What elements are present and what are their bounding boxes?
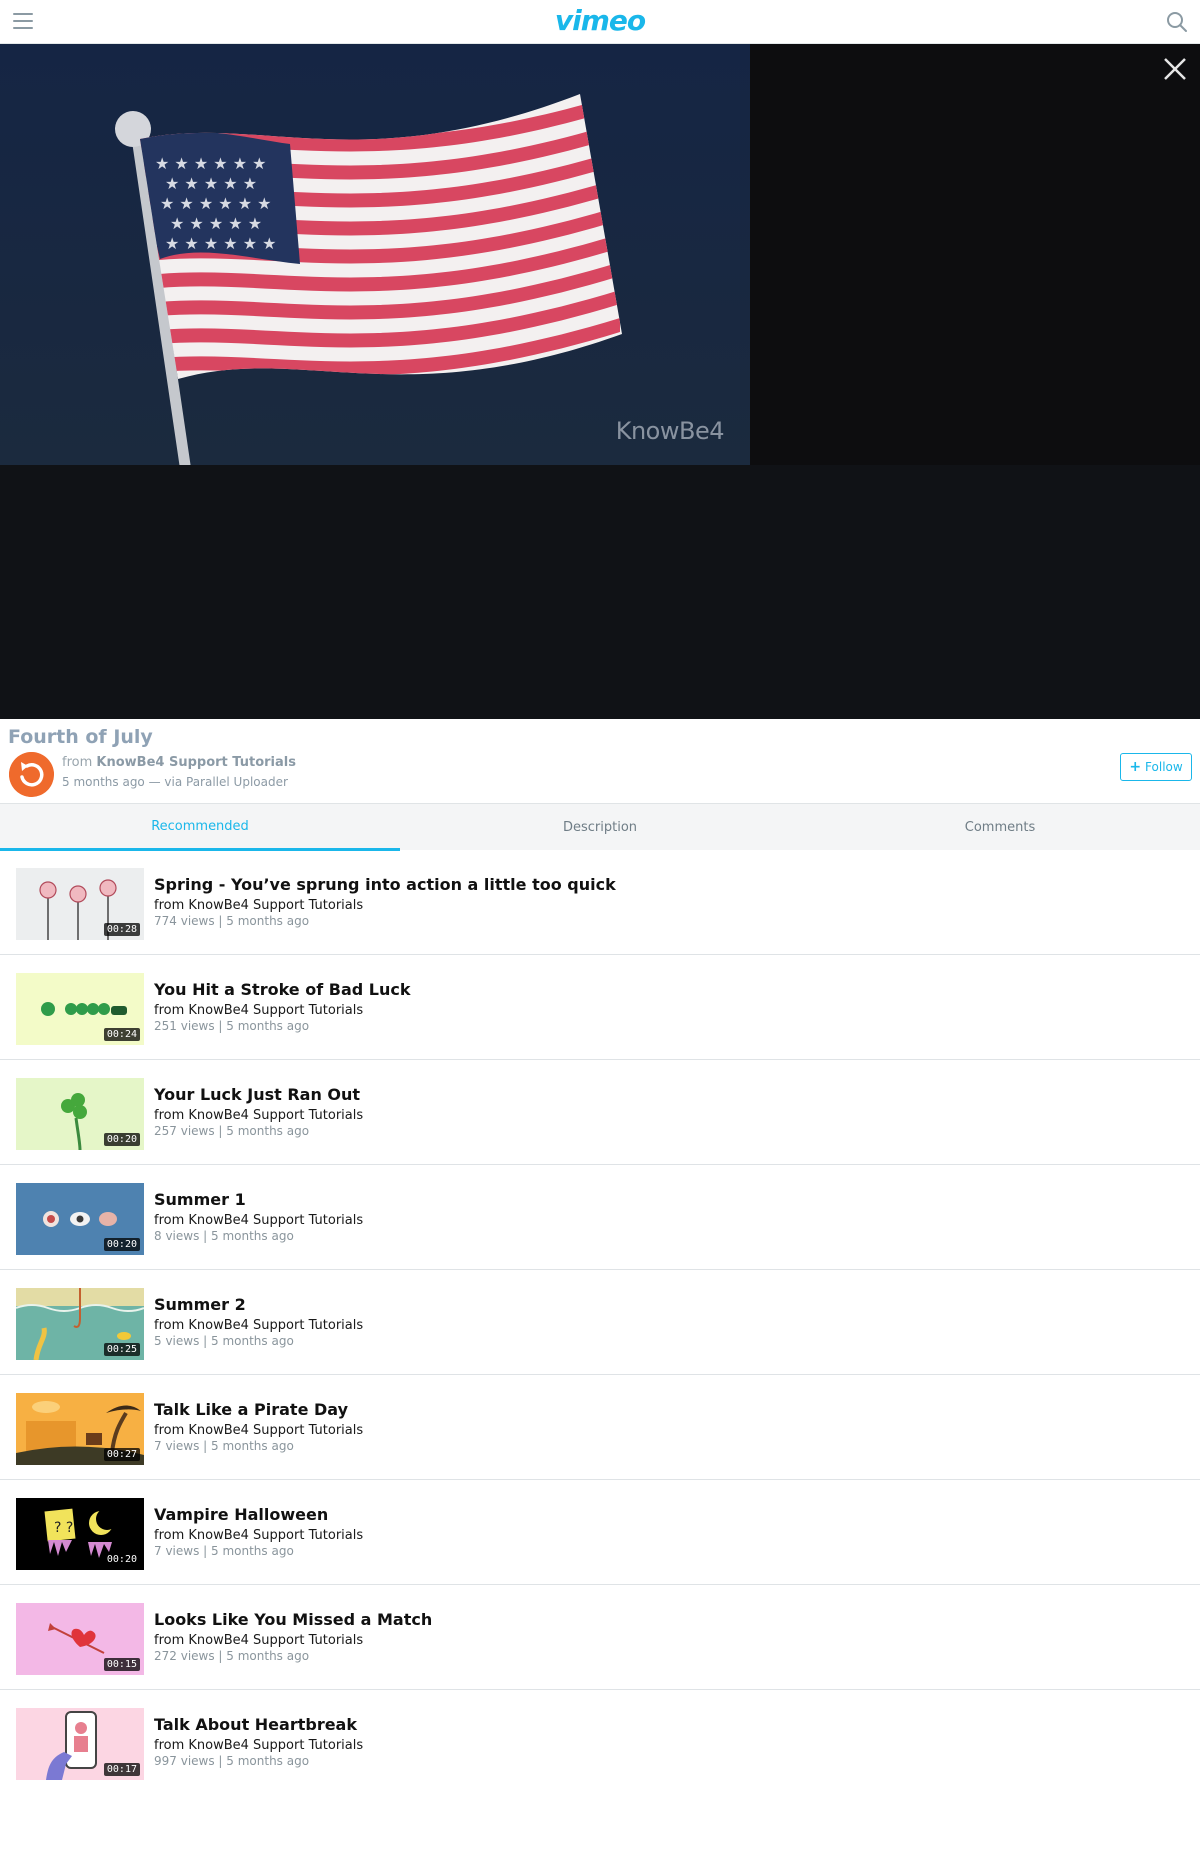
player-side-panel <box>750 44 1200 465</box>
video-item-meta: 257 views | 5 months ago <box>154 1124 310 1138</box>
from-prefix: from <box>62 755 93 770</box>
hamburger-menu-icon[interactable] <box>13 13 33 31</box>
video-item-owner: from KnowBe4 Support Tutorials <box>154 1633 364 1648</box>
video-player[interactable]: ★ ★ ★ ★ ★ ★ ★ ★ ★ ★ ★ ★ ★ ★ ★ ★ ★ ★ ★ ★ … <box>0 44 1200 719</box>
video-thumbnail[interactable]: 00:20 <box>16 1078 144 1150</box>
list-item[interactable]: 00:27 Talk Like a Pirate Day from KnowBe… <box>0 1375 1200 1480</box>
video-item-meta: 774 views | 5 months ago <box>154 914 310 928</box>
list-item[interactable]: 00:20 Summer 1 from KnowBe4 Support Tuto… <box>0 1165 1200 1270</box>
top-bar: vimeo <box>0 0 1200 44</box>
duration-badge: 00:20 <box>103 1553 140 1566</box>
video-item-title[interactable]: Looks Like You Missed a Match <box>154 1610 432 1629</box>
duration-badge: 00:20 <box>103 1133 140 1146</box>
svg-text:★ ★ ★ ★ ★: ★ ★ ★ ★ ★ <box>165 174 257 193</box>
video-item-meta: 7 views | 5 months ago <box>154 1544 294 1558</box>
recommended-list: 00:28 Spring - You’ve sprung into action… <box>0 850 1200 1795</box>
duration-badge: 00:27 <box>103 1448 140 1461</box>
search-icon[interactable] <box>1166 11 1188 33</box>
video-thumbnail[interactable]: ? ? 00:20 <box>16 1498 144 1570</box>
tab-bar: Recommended Description Comments <box>0 803 1200 851</box>
tab-recommended[interactable]: Recommended <box>0 804 400 851</box>
video-item-title[interactable]: Summer 2 <box>154 1295 246 1314</box>
duration-badge: 00:17 <box>103 1763 140 1776</box>
video-thumbnail[interactable]: 00:20 <box>16 1183 144 1255</box>
video-item-title[interactable]: Summer 1 <box>154 1190 246 1209</box>
duration-badge: 00:25 <box>103 1343 140 1356</box>
video-thumbnail[interactable]: 00:15 <box>16 1603 144 1675</box>
list-item[interactable]: 00:25 Summer 2 from KnowBe4 Support Tuto… <box>0 1270 1200 1375</box>
video-item-meta: 8 views | 5 months ago <box>154 1229 294 1243</box>
vimeo-logo-text[interactable]: vimeo <box>555 4 646 37</box>
video-item-title[interactable]: Talk About Heartbreak <box>154 1715 357 1734</box>
close-icon[interactable] <box>1162 56 1188 82</box>
owner-line: from KnowBe4 Support Tutorials <box>62 755 296 770</box>
list-item[interactable]: 00:28 Spring - You’ve sprung into action… <box>0 850 1200 955</box>
tab-comments[interactable]: Comments <box>800 804 1200 851</box>
follow-label: Follow <box>1145 760 1183 774</box>
vimeo-logo: vimeo <box>0 4 1200 37</box>
video-item-meta: 7 views | 5 months ago <box>154 1439 294 1453</box>
video-meta: 5 months ago — via Parallel Uploader <box>62 775 288 789</box>
owner-avatar[interactable] <box>9 752 54 797</box>
video-item-owner: from KnowBe4 Support Tutorials <box>154 1108 364 1123</box>
video-item-meta: 272 views | 5 months ago <box>154 1649 310 1663</box>
duration-badge: 00:15 <box>103 1658 140 1671</box>
svg-text:★ ★ ★ ★ ★: ★ ★ ★ ★ ★ <box>170 214 262 233</box>
list-item[interactable]: 00:17 Talk About Heartbreak from KnowBe4… <box>0 1690 1200 1795</box>
video-item-owner: from KnowBe4 Support Tutorials <box>154 1738 364 1753</box>
video-frame[interactable]: ★ ★ ★ ★ ★ ★ ★ ★ ★ ★ ★ ★ ★ ★ ★ ★ ★ ★ ★ ★ … <box>0 44 750 465</box>
svg-text:★ ★ ★ ★ ★ ★: ★ ★ ★ ★ ★ ★ <box>155 154 267 173</box>
video-thumbnail[interactable]: 00:25 <box>16 1288 144 1360</box>
video-item-meta: 5 views | 5 months ago <box>154 1334 294 1348</box>
video-item-owner: from KnowBe4 Support Tutorials <box>154 1423 364 1438</box>
svg-text:★ ★ ★ ★ ★ ★: ★ ★ ★ ★ ★ ★ <box>160 194 272 213</box>
video-item-owner: from KnowBe4 Support Tutorials <box>154 898 364 913</box>
video-item-owner: from KnowBe4 Support Tutorials <box>154 1003 364 1018</box>
svg-text:★ ★ ★ ★ ★ ★: ★ ★ ★ ★ ★ ★ <box>165 234 277 253</box>
list-item[interactable]: 00:15 Looks Like You Missed a Match from… <box>0 1585 1200 1690</box>
video-item-title[interactable]: You Hit a Stroke of Bad Luck <box>154 980 410 999</box>
list-item[interactable]: 00:20 Your Luck Just Ran Out from KnowBe… <box>0 1060 1200 1165</box>
video-thumbnail[interactable]: 00:24 <box>16 973 144 1045</box>
video-thumbnail[interactable]: 00:27 <box>16 1393 144 1465</box>
list-item[interactable]: 00:24 You Hit a Stroke of Bad Luck from … <box>0 955 1200 1060</box>
video-thumbnail[interactable]: 00:28 <box>16 868 144 940</box>
video-item-title[interactable]: Your Luck Just Ran Out <box>154 1085 360 1104</box>
video-item-title[interactable]: Spring - You’ve sprung into action a lit… <box>154 875 616 894</box>
owner-link[interactable]: KnowBe4 Support Tutorials <box>96 755 296 770</box>
video-item-meta: 997 views | 5 months ago <box>154 1754 310 1768</box>
video-item-title[interactable]: Talk Like a Pirate Day <box>154 1400 348 1419</box>
list-item[interactable]: ? ? 00:20 Vampire Halloween from KnowBe4… <box>0 1480 1200 1585</box>
knowbe4-watermark: KnowBe4 <box>615 417 725 445</box>
duration-badge: 00:20 <box>103 1238 140 1251</box>
follow-button[interactable]: + Follow <box>1120 753 1192 781</box>
duration-badge: 00:28 <box>103 923 140 936</box>
video-item-title[interactable]: Vampire Halloween <box>154 1505 328 1524</box>
svg-text:? ?: ? ? <box>54 1520 73 1536</box>
duration-badge: 00:24 <box>103 1028 140 1041</box>
video-thumbnail[interactable]: 00:17 <box>16 1708 144 1780</box>
video-item-owner: from KnowBe4 Support Tutorials <box>154 1318 364 1333</box>
video-item-meta: 251 views | 5 months ago <box>154 1019 310 1033</box>
video-item-owner: from KnowBe4 Support Tutorials <box>154 1528 364 1543</box>
tab-description[interactable]: Description <box>400 804 800 851</box>
video-item-owner: from KnowBe4 Support Tutorials <box>154 1213 364 1228</box>
flag-illustration: ★ ★ ★ ★ ★ ★ ★ ★ ★ ★ ★ ★ ★ ★ ★ ★ ★ ★ ★ ★ … <box>115 94 622 465</box>
video-title: Fourth of July <box>8 726 153 748</box>
plus-icon: + <box>1129 759 1142 775</box>
